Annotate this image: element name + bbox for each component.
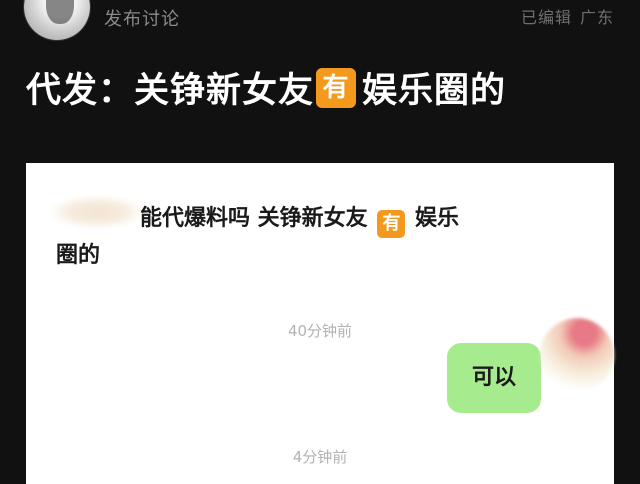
incoming-line-1-after: 娱乐	[407, 206, 460, 231]
you-emoji-icon: 有	[377, 210, 406, 238]
post-type-label: 发布讨论	[104, 9, 180, 30]
incoming-message: 能代爆料吗 关铮新女友 有 娱乐 圈的	[56, 201, 576, 274]
post-meta: 已编辑 广东	[521, 4, 614, 28]
sender-avatar	[540, 318, 614, 392]
user-avatar[interactable]	[24, 0, 90, 40]
post-page: 发布讨论 已编辑 广东 代发：关铮新女友 有 娱乐圈的 能代爆料吗 关铮新女友 有…	[0, 0, 640, 484]
incoming-line-1: 能代爆料吗 关铮新女友	[140, 206, 368, 231]
chat-screenshot: 能代爆料吗 关铮新女友 有 娱乐 圈的 40分钟前 可以 4分钟前	[26, 163, 614, 484]
post-title: 代发：关铮新女友 有 娱乐圈的	[26, 62, 506, 113]
location-label: 广东	[579, 8, 614, 27]
incoming-line-2: 圈的	[56, 243, 101, 268]
title-text-before: 代发：关铮新女友	[26, 71, 315, 111]
title-text-after: 娱乐圈的	[362, 71, 507, 111]
outgoing-message-bubble[interactable]: 可以	[447, 343, 541, 413]
chat-timestamp: 40分钟前	[287, 322, 353, 340]
edited-label: 已编辑	[520, 8, 572, 27]
you-emoji-icon: 有	[316, 67, 357, 108]
chat-timestamp: 4分钟前	[292, 448, 348, 466]
